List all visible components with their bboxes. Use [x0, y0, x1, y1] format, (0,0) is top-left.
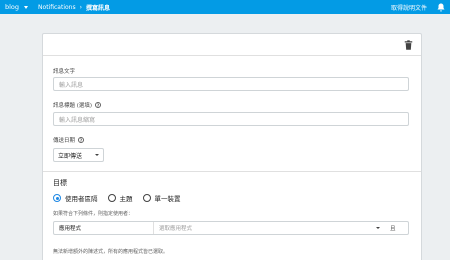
radio-label: 使用者區隔	[65, 195, 98, 203]
bell-icon[interactable]	[436, 3, 445, 12]
message-title-input[interactable]: 輸入訊息縮寫	[53, 112, 409, 126]
help-icon[interactable]: ?	[78, 137, 85, 143]
breadcrumb-current: 撰寫訊息	[86, 4, 111, 12]
message-text-placeholder: 輸入訊息	[59, 81, 84, 89]
radio-user-segment[interactable]: 使用者區隔	[53, 193, 98, 203]
chevron-down-icon	[24, 5, 29, 9]
trash-icon[interactable]	[404, 40, 413, 50]
message-title-label: 訊息標題 (選填) ?	[53, 102, 102, 109]
docs-link[interactable]: 取得說明文件	[391, 3, 427, 12]
delivery-date-value: 立即傳送	[58, 152, 83, 160]
section-divider	[43, 171, 421, 172]
radio-label: 單一裝置	[154, 195, 181, 203]
condition-note: 無法新增額外的陳述式，所有的應用程式皆已選取。	[53, 249, 169, 255]
message-title-placeholder: 輸入訊息縮寫	[59, 116, 96, 124]
breadcrumb-separator: ›	[79, 3, 83, 11]
message-text-label: 訊息文字	[53, 69, 76, 75]
card-header	[43, 34, 421, 56]
chevron-down-icon	[95, 154, 99, 156]
radio-button[interactable]	[107, 194, 116, 202]
help-icon[interactable]: ?	[95, 102, 102, 108]
radio-label: 主題	[119, 195, 133, 203]
project-name: blog	[5, 3, 20, 11]
radio-single-device[interactable]: 單一裝置	[142, 193, 181, 203]
radio-button[interactable]	[53, 194, 61, 202]
target-title: 目標	[53, 179, 67, 187]
breadcrumb-parent[interactable]: Notifications	[38, 4, 76, 11]
condition-and-button[interactable]: 且	[390, 224, 408, 232]
radio-button[interactable]	[142, 194, 151, 202]
top-bar: blog Notifications › 撰寫訊息 取得說明文件	[0, 0, 450, 14]
target-hint: 如果符合下列條件，則指定使用者：	[53, 211, 134, 217]
message-text-input[interactable]: 輸入訊息	[53, 77, 409, 91]
radio-topic[interactable]: 主題	[107, 193, 133, 203]
breadcrumb: Notifications › 撰寫訊息	[38, 3, 110, 12]
project-selector[interactable]: blog	[5, 3, 29, 11]
compose-card: 訊息文字 輸入訊息 訊息標題 (選填) ? 輸入訊息縮寫 傳送日期 ? 立即傳送…	[42, 33, 422, 260]
condition-key: 應用程式	[54, 222, 154, 234]
delivery-date-select[interactable]: 立即傳送	[53, 148, 104, 162]
app-select-placeholder: 選取應用程式	[159, 226, 193, 232]
chevron-down-icon[interactable]	[376, 227, 380, 229]
app-select[interactable]: 選取應用程式	[154, 222, 376, 234]
delivery-date-label: 傳送日期 ?	[53, 137, 85, 144]
condition-row: 應用程式 選取應用程式 且	[53, 221, 409, 235]
target-radio-group: 使用者區隔 主題 單一裝置	[53, 193, 181, 203]
